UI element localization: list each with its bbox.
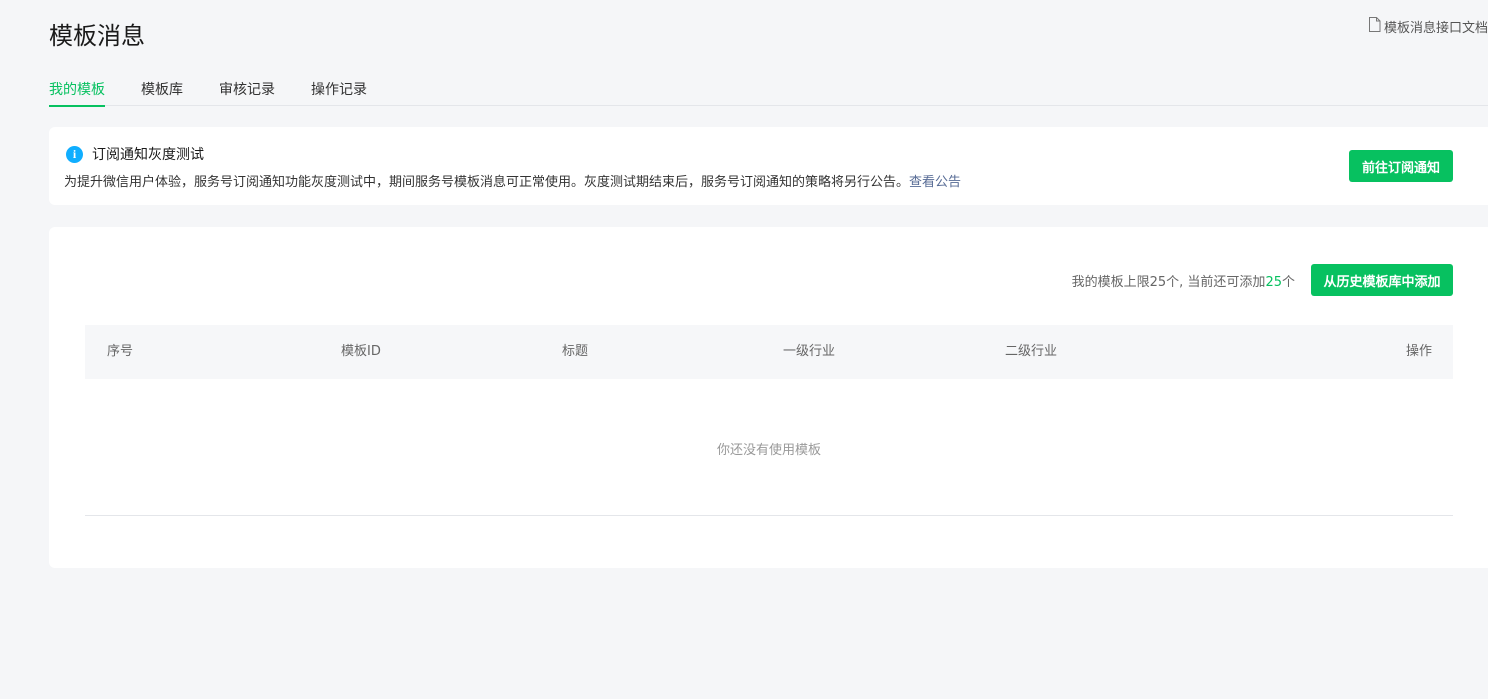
column-header-primary-industry: 一级行业	[783, 344, 836, 359]
column-header-title: 标题	[562, 344, 589, 359]
tab-template-library[interactable]: 模板库	[141, 78, 183, 106]
api-doc-label: 模板消息接口文档	[1383, 21, 1488, 36]
templates-card: 我的模板上限25个, 当前还可添加25个 从历史模板库中添加 序号 模板ID 标…	[49, 227, 1488, 568]
api-doc-link[interactable]: 模板消息接口文档	[1368, 17, 1488, 36]
info-icon: i	[66, 145, 83, 163]
column-header-template-id: 模板ID	[341, 344, 381, 359]
notice-title: 订阅通知灰度测试	[92, 147, 204, 163]
notice-header: i 订阅通知灰度测试	[66, 144, 204, 164]
column-header-secondary-industry: 二级行业	[1005, 344, 1058, 359]
quota-suffix: 个	[1281, 275, 1295, 290]
tab-review-records[interactable]: 审核记录	[219, 78, 275, 106]
tab-my-templates[interactable]: 我的模板	[49, 78, 105, 107]
table-header: 序号 模板ID 标题 一级行业 二级行业 操作	[85, 325, 1453, 379]
quota-prefix: 我的模板上限25个, 当前还可添加	[1071, 275, 1266, 290]
goto-subscription-button[interactable]: 前往订阅通知	[1349, 150, 1453, 182]
empty-message: 你还没有使用模板	[716, 443, 821, 458]
notice-text: 为提升微信用户体验，服务号订阅通知功能灰度测试中，期间服务号模板消息可正常使用。…	[64, 175, 910, 190]
notice-banner: i 订阅通知灰度测试 为提升微信用户体验，服务号订阅通知功能灰度测试中，期间服务…	[49, 127, 1488, 205]
table-empty-state: 你还没有使用模板	[85, 379, 1453, 516]
quota-text: 我的模板上限25个, 当前还可添加25个	[1072, 271, 1295, 290]
column-header-index: 序号	[107, 344, 134, 359]
view-announcement-link[interactable]: 查看公告	[909, 175, 961, 190]
tab-operation-records[interactable]: 操作记录	[311, 78, 367, 106]
column-header-actions: 操作	[1405, 344, 1432, 359]
document-icon	[1368, 17, 1381, 36]
page-title: 模板消息	[49, 22, 145, 50]
tab-bar: 我的模板 模板库 审核记录 操作记录	[49, 78, 1488, 107]
page: 模板消息 模板消息接口文档 我的模板 模板库 审核记录 操作记录 i 订阅通知灰…	[0, 0, 1488, 699]
quota-remaining: 25	[1265, 275, 1282, 290]
notice-description: 为提升微信用户体验，服务号订阅通知功能灰度测试中，期间服务号模板消息可正常使用。…	[64, 171, 961, 190]
add-from-library-button[interactable]: 从历史模板库中添加	[1311, 264, 1453, 296]
